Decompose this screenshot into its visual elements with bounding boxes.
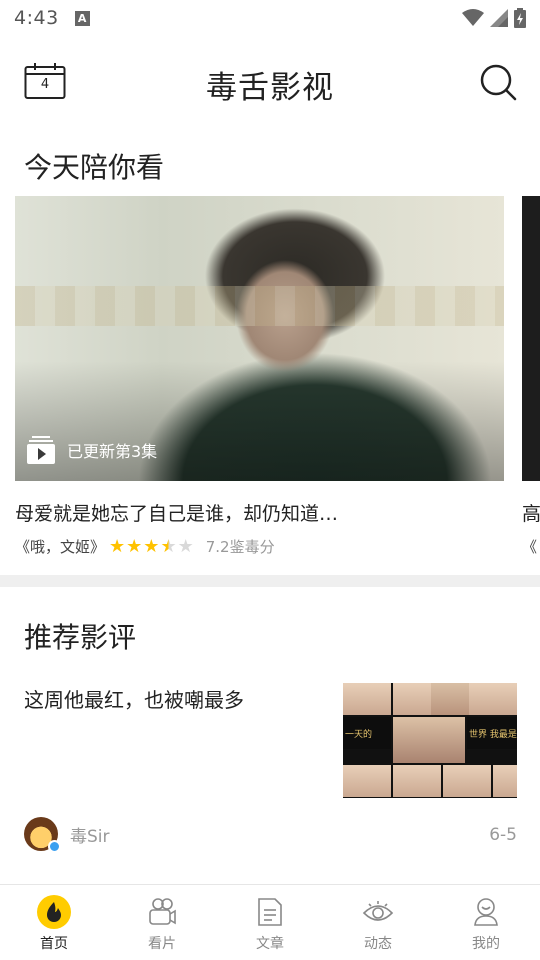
score-text: 7.2鉴毒分 [205,538,275,556]
card-image[interactable]: 已更新第3集 [15,196,504,481]
half-star-icon: ★ [160,535,177,557]
signal-icon [490,9,508,27]
card-caption[interactable]: 高 [522,499,540,526]
article-icon [253,895,287,929]
today-carousel[interactable]: 已更新第3集 母爱就是她忘了自己是谁，却仍知道… 《哦，文姬》 ★ ★ ★ ★ … [0,196,540,566]
today-section-title: 今天陪你看 [24,151,165,184]
app-header: 4 毒舌影视 [0,50,540,114]
verified-icon [48,840,61,853]
card-meta: 《 [522,536,540,557]
section-divider [0,575,540,587]
tab-label: 看片 [148,936,176,952]
status-bar: 4:43 A [0,0,540,36]
star-icon: ★ [126,535,143,557]
tab-label: 首页 [40,936,68,952]
tab-label: 文章 [256,936,284,952]
profile-icon [469,895,503,929]
review-section-title: 推荐影评 [24,621,137,654]
rating-stars: ★ ★ ★ ★ ★ [109,535,194,557]
thumb-caption: 一天的 [345,730,373,740]
card-meta: 《哦，文姬》 ★ ★ ★ ★ ★ 7.2鉴毒分 [15,536,504,557]
eye-icon [361,895,395,929]
star-icon: ★ [177,535,194,557]
review-date: 6-5 [489,825,517,845]
film-icon [145,895,179,929]
review-thumbnail[interactable]: 一天的 世界 我最是 [343,683,517,798]
episode-badge: 已更新第3集 [27,436,157,464]
tab-label: 我的 [472,936,500,952]
home-icon [37,895,71,929]
tab-label: 动态 [364,936,392,952]
author-name[interactable]: 毒Sir [70,822,110,847]
star-icon: ★ [143,535,160,557]
card-image[interactable] [522,196,540,481]
thumb-caption: 世界 我最是 [469,730,517,740]
tab-films[interactable]: 看片 [108,885,216,960]
wifi-icon [462,9,484,26]
notification-icon: A [74,10,90,26]
card-caption[interactable]: 母爱就是她忘了自己是谁，却仍知道… [15,499,504,526]
status-time: 4:43 [14,7,59,29]
show-title: 《 [522,538,538,556]
avatar[interactable] [24,817,61,853]
show-title: 《哦，文姬》 [15,538,106,556]
review-author[interactable]: 毒Sir [24,817,110,853]
calendar-day: 4 [40,77,50,92]
today-card[interactable]: 已更新第3集 母爱就是她忘了自己是谁，却仍知道… 《哦，文姬》 ★ ★ ★ ★ … [15,196,504,557]
bottom-tab-bar: 首页 看片 文章 动态 我的 [0,884,540,960]
tab-articles[interactable]: 文章 [216,885,324,960]
tab-feed[interactable]: 动态 [324,885,432,960]
tab-home[interactable]: 首页 [0,885,108,960]
today-card[interactable]: 高 《 [522,196,540,557]
app-logo: 毒舌影视 [206,70,334,106]
review-title[interactable]: 这周他最红，也被嘲最多 [24,684,244,713]
episode-badge-label: 已更新第3集 [67,442,158,461]
search-icon[interactable] [478,62,518,102]
star-icon: ★ [109,535,126,557]
play-stack-icon [27,436,55,464]
battery-icon [514,8,526,28]
tab-profile[interactable]: 我的 [432,885,540,960]
